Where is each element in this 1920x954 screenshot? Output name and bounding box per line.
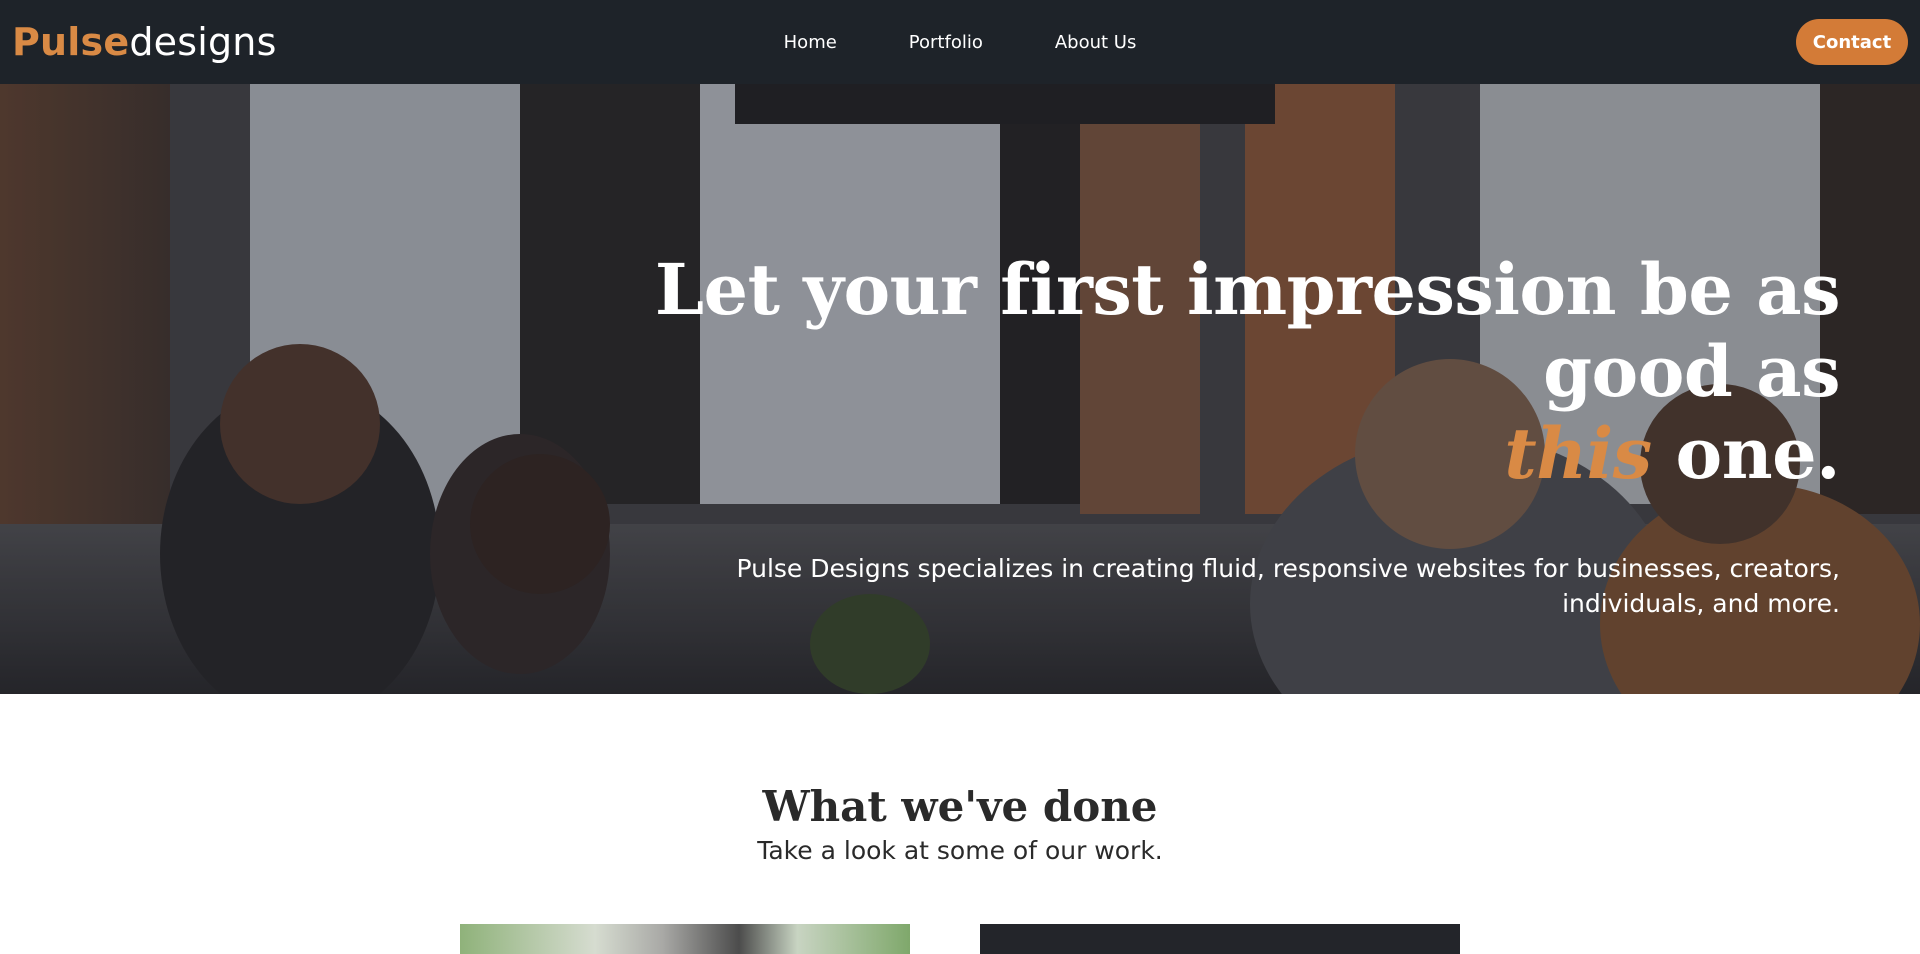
hero-description: Pulse Designs specializes in creating fl… <box>736 554 1840 618</box>
nav-list: Home Portfolio About Us <box>784 32 1137 53</box>
nav-about-us[interactable]: About Us <box>1055 32 1137 53</box>
work-card-dark[interactable] <box>980 924 1460 954</box>
contact-button[interactable]: Contact <box>1796 19 1908 65</box>
section-title: What we've done <box>762 782 1158 831</box>
logo-bold-text: Pulse <box>12 20 130 64</box>
hero-title-end: one. <box>1651 412 1841 495</box>
nav-portfolio[interactable]: Portfolio <box>909 32 983 53</box>
nav-home[interactable]: Home <box>784 32 837 53</box>
main-nav: Home Portfolio About Us <box>0 0 1920 84</box>
work-card-image[interactable] <box>460 924 910 954</box>
logo[interactable]: Pulsedesigns <box>12 18 277 66</box>
hero-title: Let your first impression be as good as … <box>540 248 1841 495</box>
hero-title-line1: Let your first impression be as good as <box>654 248 1841 413</box>
hero-content: Let your first impression be as good as … <box>540 248 1841 621</box>
site-header: Pulsedesigns Home Portfolio About Us Con… <box>0 0 1920 84</box>
hero-title-accent: this <box>1504 412 1652 495</box>
logo-light-text: designs <box>129 20 277 64</box>
section-subtitle: Take a look at some of our work. <box>757 836 1163 865</box>
hero-section: Let your first impression be as good as … <box>0 84 1920 694</box>
work-section: What we've done Take a look at some of o… <box>0 694 1920 954</box>
